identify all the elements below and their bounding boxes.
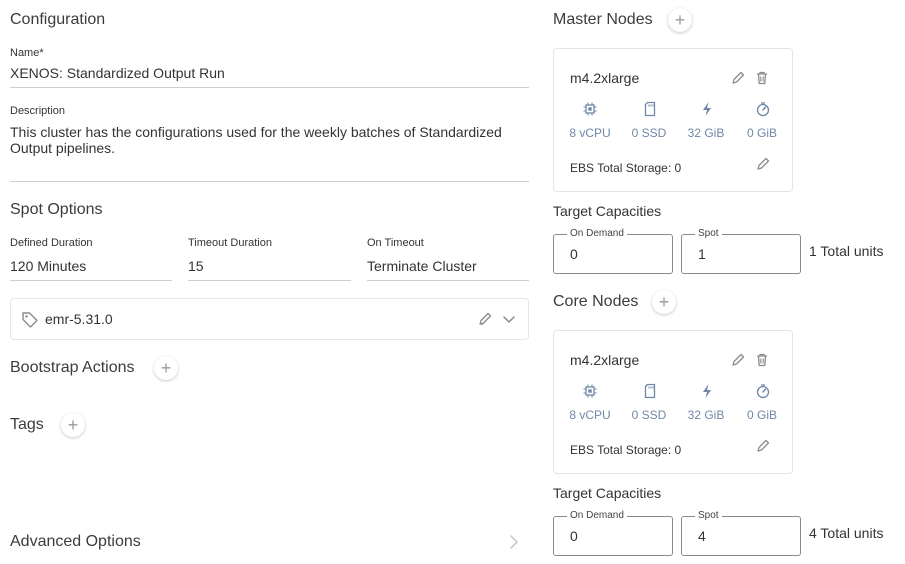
- master-memory: 32 GiB: [687, 126, 725, 140]
- description-label: Description: [10, 105, 66, 117]
- gauge-icon: [753, 99, 773, 119]
- core-gpu: 0 GiB: [746, 408, 777, 422]
- spot-options-title: Spot Options: [10, 201, 103, 218]
- add-core-node-button[interactable]: +: [652, 290, 676, 314]
- description-value: This cluster has the configurations used…: [10, 124, 502, 156]
- pencil-icon[interactable]: [729, 351, 747, 369]
- master-gpu: 0 GiB: [746, 126, 777, 140]
- add-tag-button[interactable]: +: [61, 413, 85, 437]
- name-value: XENOS: Standardized Output Run: [10, 65, 225, 81]
- core-spot-input[interactable]: Spot 4: [681, 510, 801, 556]
- core-on-demand-label: On Demand: [567, 510, 627, 521]
- chevron-down-icon[interactable]: [500, 310, 518, 328]
- on-timeout-value: Terminate Cluster: [367, 258, 477, 274]
- master-ebs-storage: EBS Total Storage: 0: [570, 161, 682, 175]
- master-vcpu: 8 vCPU: [569, 126, 611, 140]
- master-on-demand-value: 0: [570, 246, 578, 262]
- master-instance-type: m4.2xlarge: [570, 70, 640, 86]
- core-spot-value: 4: [698, 528, 706, 544]
- add-master-node-button[interactable]: +: [668, 8, 692, 32]
- defined-duration-field[interactable]: 120 Minutes: [10, 255, 172, 281]
- core-nodes-title: Core Nodes: [553, 293, 639, 310]
- timeout-duration-label: Timeout Duration: [188, 237, 272, 249]
- chevron-right-icon[interactable]: [508, 533, 520, 556]
- pencil-icon[interactable]: [729, 69, 747, 87]
- description-field[interactable]: This cluster has the configurations used…: [10, 124, 529, 182]
- name-field[interactable]: XENOS: Standardized Output Run: [10, 62, 529, 88]
- name-label: Name*: [10, 47, 44, 59]
- defined-duration-label: Defined Duration: [10, 237, 93, 249]
- master-spot-label: Spot: [695, 228, 722, 239]
- core-instance-type: m4.2xlarge: [570, 352, 640, 368]
- master-on-demand-input[interactable]: On Demand 0: [553, 228, 673, 274]
- tag-icon: [21, 311, 39, 334]
- release-version-row[interactable]: emr-5.31.0: [10, 298, 529, 340]
- master-ssd: 0 SSD: [631, 126, 667, 140]
- core-vcpu: 8 vCPU: [569, 408, 611, 422]
- on-timeout-label: On Timeout: [367, 237, 424, 249]
- core-total-units: 4 Total units: [809, 525, 884, 541]
- cpu-icon: [580, 99, 600, 119]
- advanced-options-title[interactable]: Advanced Options: [10, 533, 141, 551]
- master-target-capacities-title: Target Capacities: [553, 203, 662, 219]
- sd-card-icon: [640, 381, 660, 401]
- core-node-card: m4.2xlarge 8 vCPU 0 SSD 32 GiB 0 GiB EBS…: [553, 330, 793, 474]
- master-total-units: 1 Total units: [809, 243, 884, 259]
- timeout-duration-value: 15: [188, 258, 204, 274]
- core-target-capacities-title: Target Capacities: [553, 485, 662, 501]
- timeout-duration-field[interactable]: 15: [188, 255, 351, 281]
- master-spot-input[interactable]: Spot 1: [681, 228, 801, 274]
- sd-card-icon: [640, 99, 660, 119]
- core-on-demand-input[interactable]: On Demand 0: [553, 510, 673, 556]
- add-bootstrap-action-button[interactable]: +: [154, 356, 178, 380]
- master-node-card: m4.2xlarge 8 vCPU 0 SSD 32 GiB 0 GiB EBS…: [553, 48, 793, 192]
- configuration-title: Configuration: [10, 11, 106, 28]
- trash-icon[interactable]: [753, 351, 771, 369]
- core-spot-label: Spot: [695, 510, 722, 521]
- on-timeout-field[interactable]: Terminate Cluster: [367, 255, 529, 281]
- defined-duration-value: 120 Minutes: [10, 258, 87, 274]
- core-ssd: 0 SSD: [631, 408, 667, 422]
- lightning-icon: [697, 381, 717, 401]
- pencil-icon[interactable]: [754, 437, 772, 455]
- core-memory: 32 GiB: [687, 408, 725, 422]
- release-edit-icon[interactable]: [476, 310, 494, 328]
- cpu-icon: [580, 381, 600, 401]
- release-version-label: emr-5.31.0: [45, 311, 113, 327]
- bootstrap-actions-title: Bootstrap Actions: [10, 359, 135, 376]
- lightning-icon: [697, 99, 717, 119]
- pencil-icon[interactable]: [754, 155, 772, 173]
- trash-icon[interactable]: [753, 69, 771, 87]
- tags-title: Tags: [10, 416, 44, 433]
- gauge-icon: [753, 381, 773, 401]
- core-on-demand-value: 0: [570, 528, 578, 544]
- master-spot-value: 1: [698, 246, 706, 262]
- master-on-demand-label: On Demand: [567, 228, 627, 239]
- master-nodes-title: Master Nodes: [553, 11, 653, 28]
- core-ebs-storage: EBS Total Storage: 0: [570, 443, 682, 457]
